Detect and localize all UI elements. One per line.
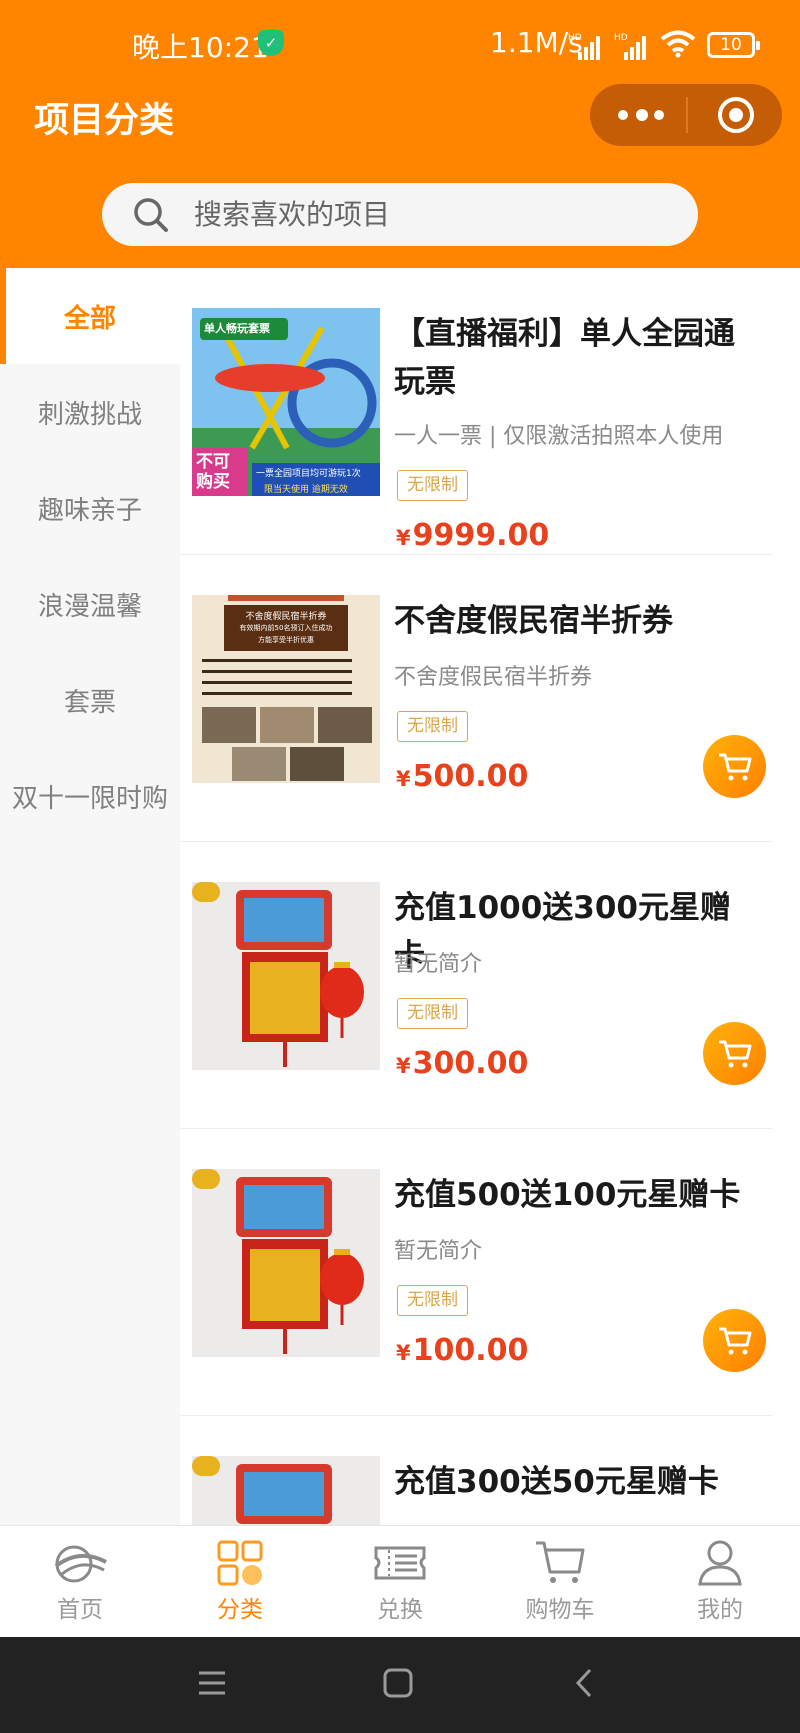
cart-icon [718,1327,751,1354]
product-name: 充值300送50元星赠卡 [394,1464,719,1500]
price-value: 9999.00 [412,518,550,553]
home-logo-icon [54,1545,107,1583]
add-to-cart-button[interactable] [703,1022,766,1085]
tab-profile-label: 我的 [697,1597,743,1623]
bottom-tab-bar: 首页 分类 兑换 购物车 我的 [0,1525,800,1637]
mini-program-capsule [590,84,782,146]
tab-profile[interactable]: 我的 [640,1526,800,1638]
system-navigation-bar [0,1637,800,1733]
price-value: 300.00 [412,1046,529,1081]
shield-icon: ✓ [258,30,284,56]
product-tag: 无限制 [397,711,468,742]
product-image-calendar [192,882,380,1070]
wifi-icon [660,30,696,58]
product-price: ¥500.00 [396,759,528,794]
product-price: ¥9999.00 [396,518,549,553]
image-subtitle-2: 方能享受半折优惠 [258,636,314,644]
product-name: 充值500送100元星赠卡 [394,1177,741,1213]
status-time: 晚上10:21 [132,31,269,64]
image-title: 不舍度假民宿半折券 [245,612,327,622]
tab-category[interactable]: 分类 [160,1526,320,1638]
menu-icon[interactable] [196,1667,228,1699]
capsule-divider [686,97,688,133]
sidebar-item-family[interactable]: 趣味亲子 [0,460,180,556]
product-image-coupon: 不舍度假民宿半折券 有效期内前50名预订入住成功 方能享受半折优惠 [192,595,380,783]
add-to-cart-button[interactable] [703,735,766,798]
product-card[interactable]: 单人畅玩套票 不可购买 一票全园项目均可游玩1次 限当天使用 逾期无效 【直播福… [180,268,772,555]
cart-icon [718,753,751,780]
sidebar-item-all[interactable]: 全部 [0,268,180,364]
price-value: 500.00 [412,759,529,794]
sidebar-item-romance[interactable]: 浪漫温馨 [0,556,180,652]
price-value: 100.00 [412,1333,529,1368]
product-image-calendar [192,1456,380,1525]
product-tag: 无限制 [397,470,468,501]
status-bar: 晚上10:21 ✓ 1.1M/s HD HD 10 [0,18,800,70]
image-soldout-label: 不可购买 [196,452,230,492]
category-grid-icon [217,1540,263,1586]
svg-text:HD: HD [568,33,582,43]
signal-icon: HD [568,33,600,60]
category-sidebar: 全部 刺激挑战 趣味亲子 浪漫温馨 套票 双十一限时购 [0,268,180,1525]
product-name: 【直播福利】单人全园通玩票 [394,316,735,400]
product-name: 不舍度假民宿半折券 [394,603,673,639]
tab-cart[interactable]: 购物车 [480,1526,640,1638]
home-square-icon[interactable] [382,1667,414,1699]
product-list: 单人畅玩套票 不可购买 一票全园项目均可游玩1次 限当天使用 逾期无效 【直播福… [180,268,800,1525]
product-card[interactable]: 不舍度假民宿半折券 有效期内前50名预订入住成功 方能享受半折优惠 不舍度假民宿… [180,555,772,842]
product-price: ¥100.00 [396,1333,528,1368]
product-card[interactable]: 充值300送50元星赠卡 [180,1416,772,1525]
image-caption-line1: 一票全园项目均可游玩1次 [256,469,361,479]
search-icon [134,198,168,232]
cart-icon [718,1040,751,1067]
product-description: 一人一票 | 仅限激活拍照本人使用 [394,424,724,449]
user-icon [698,1540,742,1586]
more-icon[interactable] [618,108,664,122]
product-description: 不舍度假民宿半折券 [394,665,593,690]
battery-icon: 10 [707,32,760,58]
currency-symbol: ¥ [396,767,411,791]
currency-symbol: ¥ [396,526,411,550]
tab-home-label: 首页 [57,1597,103,1623]
tab-redeem-label: 兑换 [377,1597,423,1623]
tab-category-label: 分类 [217,1597,263,1623]
image-caption-line2: 限当天使用 逾期无效 [264,485,348,495]
product-description: 暂无简介 [394,952,483,977]
ticket-icon [374,1546,426,1580]
product-card[interactable]: 充值500送100元星赠卡 暂无简介 无限制 ¥100.00 [180,1129,772,1416]
signal-icon: HD [614,33,646,60]
product-tag: 无限制 [397,998,468,1029]
cart-icon [536,1541,585,1583]
product-image-ride: 单人畅玩套票 不可购买 一票全园项目均可游玩1次 限当天使用 逾期无效 [192,308,380,496]
page-title: 项目分类 [34,101,175,141]
product-description: 暂无简介 [394,1239,483,1264]
currency-symbol: ¥ [396,1341,411,1365]
product-card[interactable]: 充值1000送300元星赠卡 暂无简介 无限制 ¥300.00 [180,842,772,1129]
search-input[interactable] [194,183,674,246]
tab-redeem[interactable]: 兑换 [320,1526,480,1638]
search-bar[interactable] [102,183,698,246]
back-icon[interactable] [570,1667,602,1699]
svg-text:HD: HD [614,33,628,43]
tab-home[interactable]: 首页 [0,1526,160,1638]
add-to-cart-button[interactable] [703,1309,766,1372]
product-price: ¥300.00 [396,1046,528,1081]
sidebar-item-thrill[interactable]: 刺激挑战 [0,364,180,460]
product-tag: 无限制 [397,1285,468,1316]
image-subtitle-1: 有效期内前50名预订入住成功 [239,624,333,632]
currency-symbol: ¥ [396,1054,411,1078]
sidebar-item-package[interactable]: 套票 [0,652,180,748]
tab-cart-label: 购物车 [525,1597,595,1623]
product-image-calendar [192,1169,380,1357]
image-badge-label: 单人畅玩套票 [204,322,270,335]
header-bar: 晚上10:21 ✓ 1.1M/s HD HD 10 项目分类 [0,0,800,268]
sidebar-item-flash-sale[interactable]: 双十一限时购 [0,748,180,844]
close-icon[interactable] [718,97,754,133]
